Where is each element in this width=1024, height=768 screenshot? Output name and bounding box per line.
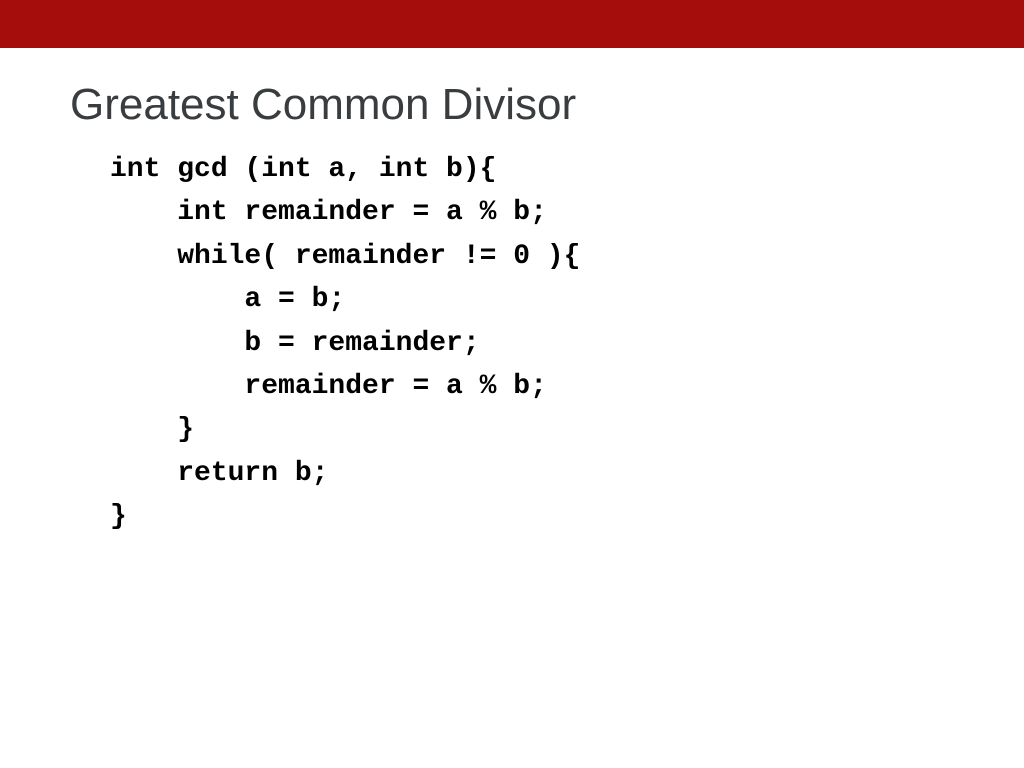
- header-bar: [0, 0, 1024, 48]
- code-block: int gcd (int a, int b){ int remainder = …: [70, 148, 954, 539]
- slide-title: Greatest Common Divisor: [70, 80, 954, 130]
- slide-content: Greatest Common Divisor int gcd (int a, …: [0, 48, 1024, 539]
